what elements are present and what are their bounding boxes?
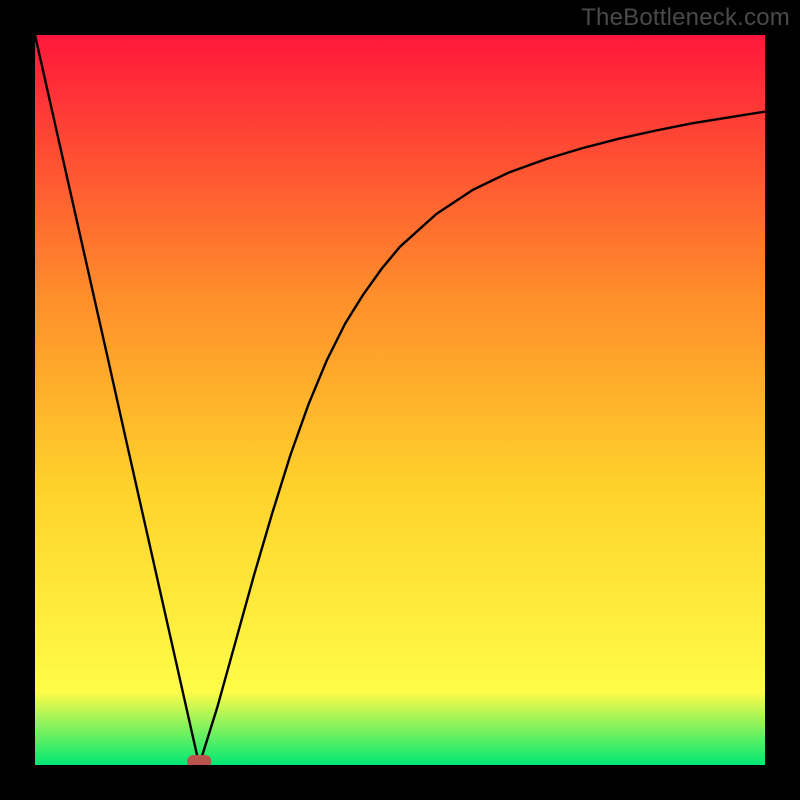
minimum-marker <box>187 755 211 765</box>
gradient-background <box>35 35 765 765</box>
watermark-text: TheBottleneck.com <box>581 4 790 32</box>
plot-area <box>35 35 765 765</box>
chart-stage: TheBottleneck.com <box>0 0 800 800</box>
chart-svg <box>35 35 765 765</box>
